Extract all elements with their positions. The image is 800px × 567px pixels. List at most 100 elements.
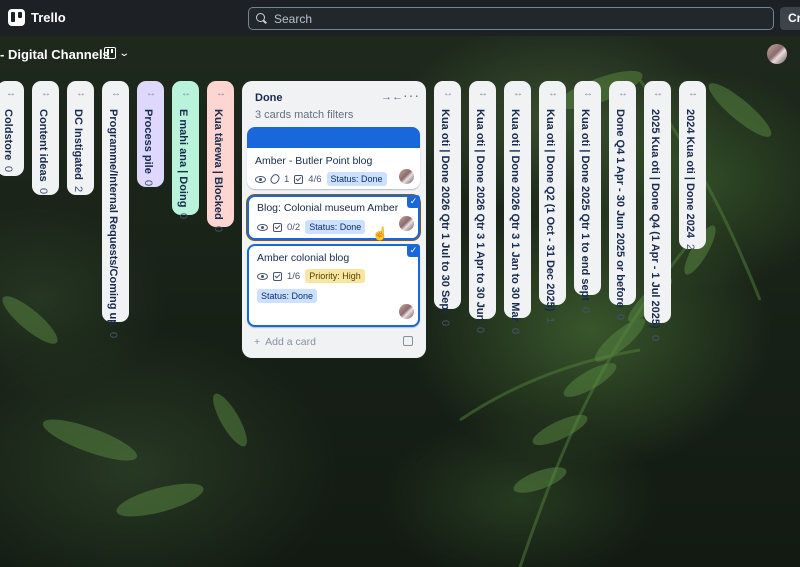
collapsed-list[interactable]: ↔ Kua oti | Done 2026 Qtr 1 Jul to 30 Sep… <box>434 81 461 326</box>
list-name: Kua tārewa | Blocked <box>212 109 224 220</box>
list-name: Kua oti | Done Q2 (1 Oct - 31 Dec 2025) <box>544 109 556 312</box>
collapsed-list-label: E mahi ana | Doing 0 <box>177 109 189 220</box>
expand-list-icon[interactable]: ↔ <box>574 88 601 99</box>
card-member-avatar[interactable] <box>399 216 414 231</box>
collapsed-list-label: Coldstore 0 <box>2 109 14 172</box>
card-template-icon[interactable] <box>403 336 413 346</box>
collapsed-list-label: Done Q4 1 Apr - 30 Jun 2025 or before 0 <box>614 109 626 320</box>
checklist-count: 4/6 <box>308 173 322 185</box>
list-card-count: 0 <box>107 331 119 339</box>
card-badges: 1/6 Priority: High <box>257 269 365 283</box>
expand-list-icon[interactable]: ↔ <box>67 88 94 99</box>
collapsed-list[interactable]: ↔ Process pile 0 <box>137 81 164 187</box>
collapsed-list-label: Programme/Internal Requests/Coming up 0 <box>107 109 119 338</box>
priority-label[interactable]: Priority: High <box>305 269 365 283</box>
collapsed-list[interactable]: ↔ Kua tārewa | Blocked 0 <box>207 81 234 232</box>
list-name: DC Instigated <box>72 109 84 180</box>
trello-logo-icon <box>8 9 25 26</box>
app-name: Trello <box>31 10 66 25</box>
list-card-count: 0 <box>579 306 591 314</box>
collapsed-list-label: Process pile 0 <box>142 109 154 186</box>
checklist-icon <box>273 222 282 232</box>
checklist-count: 1/6 <box>287 270 301 282</box>
expand-list-icon[interactable]: ↔ <box>0 88 24 99</box>
list-card-count: 0 <box>177 213 189 220</box>
member-avatar[interactable] <box>767 44 787 64</box>
card-member-avatar[interactable] <box>399 304 414 319</box>
expand-list-icon[interactable]: ↔ <box>137 88 164 99</box>
board-view-switcher[interactable]: ⌄ <box>104 47 131 59</box>
collapsed-list[interactable]: ↔ Kua oti | Done 2025 Qtr 1 to end sept 0 <box>574 81 601 313</box>
collapsed-list[interactable]: ↔ Kua oti | Done Q2 (1 Oct - 31 Dec 2025)… <box>539 81 566 324</box>
checklist-icon <box>294 174 304 184</box>
status-label[interactable]: Status: Done <box>305 220 366 234</box>
card-badges: 0/2 Status: Done <box>257 220 366 234</box>
card-item[interactable]: Blog: Colonial museum Amber ✓ 0/2 Status… <box>247 195 420 241</box>
list-card-count: 0 <box>439 319 451 326</box>
list-title[interactable]: Done <box>255 92 283 104</box>
list-name: 2025 Kua oti | Done Q4 (1 Apr - 1 Jul 20… <box>649 109 661 329</box>
list-name: Kua oti | Done 2026 Qtr 3 1 Apr to 30 Ju… <box>474 109 486 322</box>
collapsed-list-label: Kua oti | Done 2026 Qtr 3 1 Jan to 30 Ma… <box>509 109 521 334</box>
collapsed-list[interactable]: ↔ Done Q4 1 Apr - 30 Jun 2025 or before 0 <box>609 81 636 320</box>
expand-list-icon[interactable]: ↔ <box>434 88 461 99</box>
chevron-down-icon: ⌄ <box>118 47 131 59</box>
attachment-count: 1 <box>284 173 290 185</box>
board-view-icon <box>104 47 116 59</box>
expand-list-icon[interactable]: ↔ <box>102 88 129 99</box>
expand-list-icon[interactable]: ↔ <box>469 88 496 99</box>
status-label[interactable]: Status: Done <box>326 172 387 186</box>
list-card-count: 0 <box>37 187 49 194</box>
expand-list-icon[interactable]: ↔ <box>207 88 234 99</box>
card-item[interactable]: Amber - Butler Point blog 1 4/6 Status: … <box>247 127 420 189</box>
create-button[interactable]: Cre <box>780 7 800 30</box>
add-card-button[interactable]: + Add a card <box>254 336 316 348</box>
expand-list-icon[interactable]: ↔ <box>644 88 671 99</box>
collapsed-list[interactable]: ↔ 2025 Kua oti | Done Q4 (1 Apr - 1 Jul 2… <box>644 81 671 341</box>
card-selected-check-icon[interactable]: ✓ <box>407 244 420 257</box>
watching-icon <box>257 223 268 231</box>
filter-match-text: 3 cards match filters <box>255 109 354 121</box>
list-name: Process pile <box>142 109 154 174</box>
expand-list-icon[interactable]: ↔ <box>32 88 59 99</box>
collapsed-list[interactable]: ↔ Kua oti | Done 2026 Qtr 3 1 Apr to 30 J… <box>469 81 496 333</box>
collapsed-list[interactable]: ↔ Content ideas 0 <box>32 81 59 195</box>
collapsed-list[interactable]: ↔ Programme/Internal Requests/Coming up 0 <box>102 81 129 338</box>
list-menu-icon[interactable]: ··· <box>403 87 420 103</box>
list-name: Coldstore <box>2 109 14 161</box>
collapsed-list[interactable]: ↔ Coldstore 0 <box>0 81 24 176</box>
card-title: Blog: Colonial museum Amber <box>257 202 399 214</box>
card-member-avatar[interactable] <box>399 169 414 184</box>
status-label[interactable]: Status: Done <box>257 289 318 303</box>
plus-icon: + <box>254 336 261 348</box>
collapsed-list-label: Kua oti | Done Q2 (1 Oct - 31 Dec 2025) 1 <box>544 109 556 324</box>
list-card-count: 0 <box>474 327 486 334</box>
collapsed-list[interactable]: ↔ E mahi ana | Doing 0 <box>172 81 199 220</box>
board-title[interactable]: - Digital Channels <box>0 47 110 62</box>
expand-list-icon[interactable]: ↔ <box>679 88 706 99</box>
collapsed-list[interactable]: ↔ 2024 Kua oti | Done 2024 2 <box>679 81 706 250</box>
expand-list-icon[interactable]: ↔ <box>504 88 531 99</box>
card-selected-check-icon[interactable]: ✓ <box>407 195 420 208</box>
hand-cursor-icon: ☝ <box>372 226 389 241</box>
list-name: Content ideas <box>37 109 49 182</box>
search-placeholder: Search <box>274 11 313 26</box>
card-labels-row: Status: Done <box>257 286 318 304</box>
collapsed-list-label: Kua oti | Done 2025 Qtr 1 to end sept 0 <box>579 109 591 313</box>
collapsed-list-label: Content ideas 0 <box>37 109 49 194</box>
search-input[interactable]: Search <box>248 7 774 30</box>
expand-list-icon[interactable]: ↔ <box>172 88 199 99</box>
collapse-list-icon[interactable]: →← <box>381 91 403 103</box>
card-title: Amber colonial blog <box>257 252 350 264</box>
card-cover <box>247 127 420 148</box>
trello-logo[interactable]: Trello <box>8 9 66 26</box>
expand-list-icon[interactable]: ↔ <box>539 88 566 99</box>
list-name: Kua oti | Done 2025 Qtr 1 to end sept <box>579 109 591 301</box>
list-card-count: 0 <box>509 327 521 334</box>
list-card-count: 0 <box>649 334 661 341</box>
card-item[interactable]: Amber colonial blog ✓ 1/6 Priority: High… <box>247 244 420 327</box>
expand-list-icon[interactable]: ↔ <box>609 88 636 99</box>
collapsed-list[interactable]: ↔ Kua oti | Done 2026 Qtr 3 1 Jan to 30 M… <box>504 81 531 334</box>
collapsed-list[interactable]: ↔ DC Instigated 2 <box>67 81 94 195</box>
list-name: Kua oti | Done 2026 Qtr 1 Jul to 30 Sept <box>439 109 451 314</box>
